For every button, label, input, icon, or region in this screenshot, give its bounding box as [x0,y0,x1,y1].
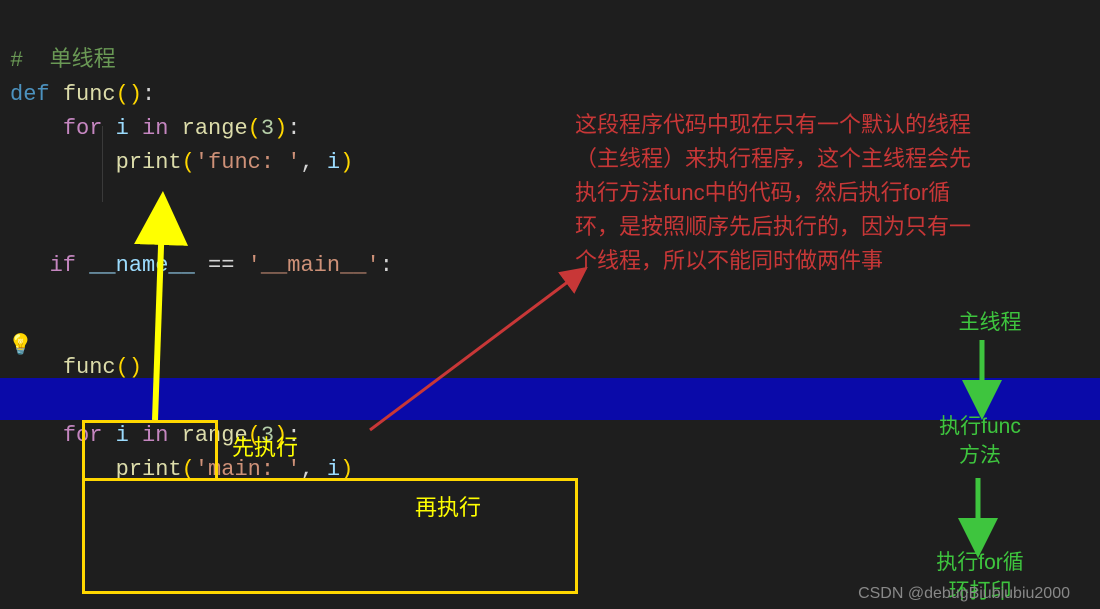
watermark: CSDN @debugBiubiubiu2000 [858,585,1070,603]
code-line-5: if __name__ == '__main__': [10,253,393,278]
code-line-6: func() [10,355,142,380]
lightbulb-icon[interactable]: 💡 [8,332,33,358]
label-execute-second: 再执行 [415,490,481,522]
flow-label-main-thread: 主线程 [930,308,1050,337]
flow-label-exec-func: 执行func 方法 [920,412,1040,471]
code-line-4: print('func: ', i) [10,150,353,175]
highlight-box-for-loop [82,478,578,594]
code-line-2: def func(): [10,82,155,107]
code-line-3: for i in range(3): [10,116,300,141]
explanation-red: 这段程序代码中现在只有一个默认的线程 （主线程）来执行程序，这个主线程会先 执行… [575,108,1095,278]
code-line-1: # 单线程 [10,48,116,73]
highlight-box-func-call [82,420,218,481]
label-execute-first: 先执行 [232,430,298,462]
